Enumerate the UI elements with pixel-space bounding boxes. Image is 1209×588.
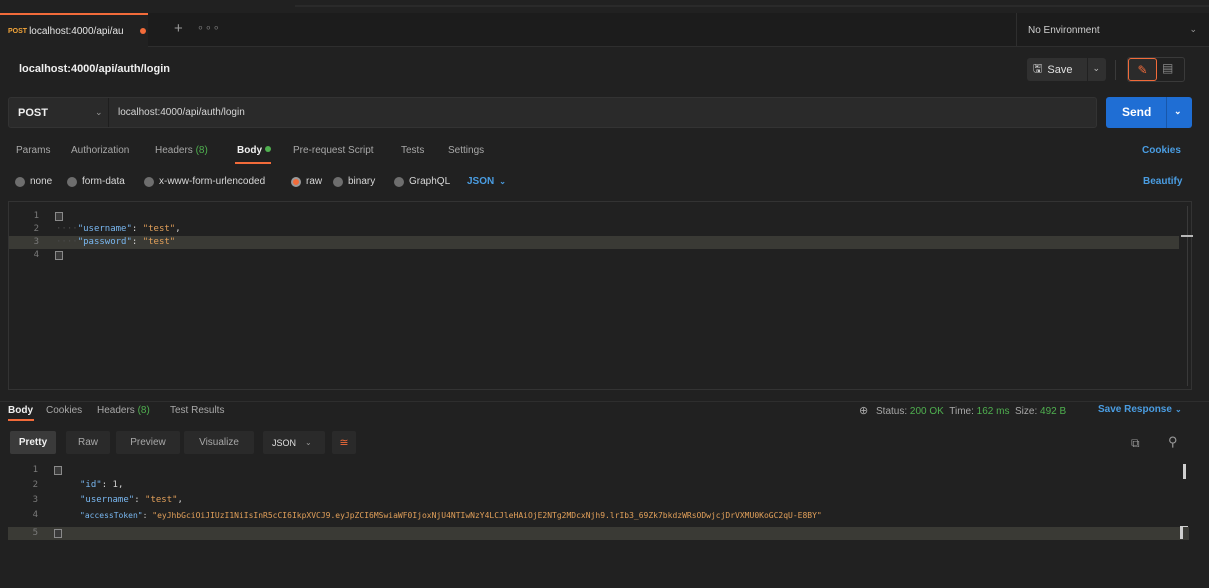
globe-icon[interactable]: ⊕ [859, 405, 868, 417]
body-type-selector: none form-data x-www-form-urlencoded raw… [0, 175, 1209, 189]
chevron-down-icon: ⌄ [1189, 24, 1197, 34]
response-view-toolbar: Pretty Raw Preview Visualize JSON ⌄ ≅ [10, 431, 440, 456]
tab-response-body[interactable]: Body [8, 405, 33, 416]
divider [1115, 60, 1116, 80]
tab-test-results[interactable]: Test Results [170, 405, 224, 416]
new-tab-button[interactable]: + [174, 20, 183, 37]
chevron-down-icon[interactable]: ⌄ [1092, 63, 1100, 74]
fold-brace-icon [55, 251, 63, 260]
chevron-down-icon[interactable]: ⌄ [1174, 106, 1182, 117]
tab-title: localhost:4000/api/au [29, 25, 124, 37]
code-line-active: 5 [8, 527, 1189, 540]
tab-response-headers[interactable]: Headers (8) [97, 405, 150, 416]
radio-form-data[interactable]: form-data [67, 176, 125, 187]
status-dot-icon [265, 146, 271, 152]
request-tabs: Params Authorization Headers (8) Body Pr… [0, 145, 1209, 169]
headers-count: (8) [137, 405, 150, 416]
unsaved-dot-icon [140, 28, 147, 34]
fold-brace-icon [54, 529, 62, 538]
code-line-active: 3 ····"password": "test" [9, 236, 1179, 249]
view-pretty-button[interactable]: Pretty [10, 431, 56, 454]
window-top-strip [0, 0, 1209, 13]
edit-pencil-icon[interactable]: ✎ [1128, 58, 1157, 81]
code-line: 3 "username": "test", [32, 495, 183, 505]
tab-response-cookies[interactable]: Cookies [46, 405, 82, 416]
floppy-icon: 🖫 [1033, 63, 1043, 75]
request-body-editor[interactable]: 1 2 ····"username": "test", 3 ····"passw… [8, 201, 1193, 390]
tab-params[interactable]: Params [16, 145, 50, 156]
chevron-down-icon: ⌄ [305, 438, 312, 447]
request-title[interactable]: localhost:4000/api/auth/login [19, 63, 170, 75]
scroll-marker [1181, 235, 1193, 237]
fold-brace-icon [54, 466, 62, 475]
active-tab-indicator [235, 162, 271, 164]
url-bar: POST ⌄ localhost:4000/api/auth/login [8, 97, 1097, 128]
radio-none[interactable]: none [15, 176, 52, 187]
tab-method: POST [8, 27, 28, 35]
body-format-selector[interactable]: JSON ⌄ [467, 176, 506, 187]
send-label: Send [1122, 105, 1152, 119]
view-visualize-button[interactable]: Visualize [184, 431, 254, 454]
search-icon[interactable]: ⚲ [1168, 434, 1178, 450]
save-response-button[interactable]: Save Response ⌄ [1098, 404, 1182, 415]
url-input[interactable]: localhost:4000/api/auth/login [118, 107, 245, 118]
tab-headers[interactable]: Headers (8) [155, 145, 208, 156]
beautify-link[interactable]: Beautify [1143, 176, 1182, 187]
environment-label: No Environment [1028, 24, 1100, 36]
fold-brace-icon [55, 212, 63, 221]
environment-selector[interactable]: No Environment ⌄ [1016, 13, 1209, 47]
view-raw-button[interactable]: Raw [66, 431, 110, 454]
code-line: 2 "id": 1, [32, 480, 124, 490]
more-tabs-icon[interactable]: ∘∘∘ [197, 21, 221, 34]
tab-body[interactable]: Body [237, 145, 271, 156]
request-header: localhost:4000/api/auth/login 🖫 Save ⌄ ✎… [0, 48, 1209, 90]
tab-authorization[interactable]: Authorization [71, 145, 129, 156]
response-body-viewer[interactable]: 1 2 "id": 1, 3 "username": "test", 4 "ac… [8, 462, 1193, 582]
save-label: Save [1047, 63, 1073, 76]
editor-scrollbar[interactable] [1187, 206, 1188, 386]
wrap-lines-icon[interactable]: ≅ [332, 431, 356, 454]
tab-pre-request-script[interactable]: Pre-request Script [293, 145, 374, 156]
request-tab[interactable]: POST localhost:4000/api/au [0, 13, 148, 47]
radio-raw[interactable]: raw [291, 176, 322, 187]
chevron-down-icon[interactable]: ⌄ [95, 107, 103, 118]
code-line: 2 ····"username": "test", [33, 224, 181, 234]
status-value[interactable]: 200 OK [910, 406, 944, 417]
active-tab-indicator [8, 419, 34, 421]
response-status: ⊕ Status: 200 OK Time: 162 ms Size: 492 … [859, 405, 1067, 417]
copy-icon[interactable]: ⧉ [1131, 436, 1140, 451]
response-format-selector[interactable]: JSON ⌄ [263, 431, 325, 454]
tab-bar: POST localhost:4000/api/au + ∘∘∘ No Envi… [0, 13, 1209, 47]
tab-tests[interactable]: Tests [401, 145, 424, 156]
headers-count: (8) [195, 145, 208, 156]
chevron-down-icon: ⌄ [1174, 405, 1182, 414]
code-line: 1 [8, 464, 1189, 477]
documentation-icon[interactable]: ▤ [1162, 61, 1173, 75]
code-line: 4 "accessToken": "eyJhbGciOiJIUzI1NiIsIn… [32, 510, 822, 520]
method-selector[interactable]: POST [18, 107, 48, 119]
cookies-link[interactable]: Cookies [1142, 145, 1181, 156]
view-preview-button[interactable]: Preview [116, 431, 180, 454]
radio-graphql[interactable]: GraphQL [394, 176, 450, 187]
radio-binary[interactable]: binary [333, 176, 375, 187]
view-toggle-group: ✎ ▤ [1127, 57, 1185, 82]
time-value[interactable]: 162 ms [977, 406, 1010, 417]
tab-settings[interactable]: Settings [448, 145, 484, 156]
code-line: 1 [9, 210, 1179, 223]
send-button[interactable]: Send ⌄ [1106, 97, 1192, 128]
text-cursor [1180, 526, 1188, 539]
save-button[interactable]: 🖫 Save ⌄ [1027, 58, 1106, 81]
chevron-down-icon: ⌄ [499, 177, 506, 186]
code-line: 4 [9, 249, 1179, 262]
radio-x-www-form-urlencoded[interactable]: x-www-form-urlencoded [144, 176, 265, 187]
size-value[interactable]: 492 B [1040, 406, 1066, 417]
response-scrollbar[interactable] [1183, 464, 1186, 479]
